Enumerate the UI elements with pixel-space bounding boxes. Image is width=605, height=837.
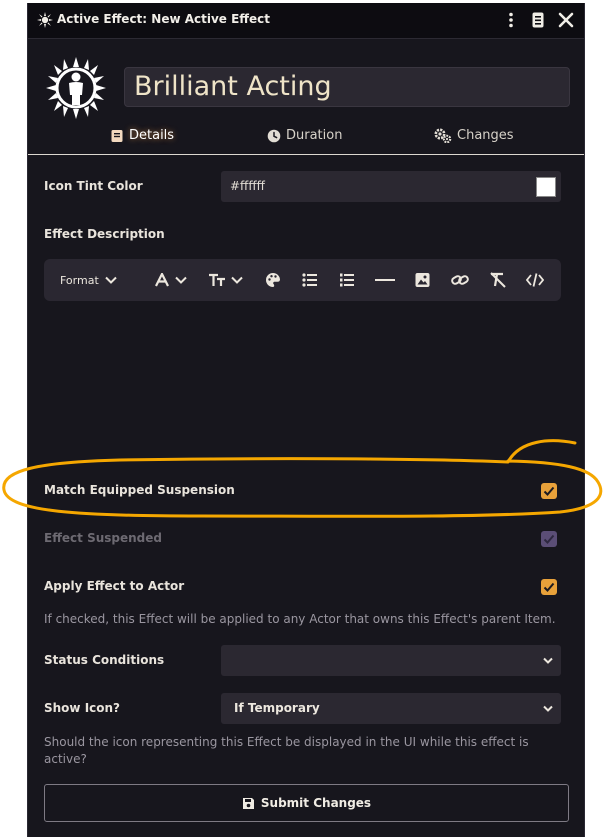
effect-description-label: Effect Description bbox=[44, 227, 165, 241]
tab-details-label: Details bbox=[129, 128, 175, 143]
clear-format-icon[interactable] bbox=[489, 272, 507, 288]
format-label: Format bbox=[60, 273, 99, 287]
save-icon bbox=[242, 797, 254, 809]
sheet-config-icon[interactable] bbox=[529, 11, 547, 29]
chevron-down-icon bbox=[175, 276, 187, 284]
tab-changes-label: Changes bbox=[457, 128, 514, 143]
status-conditions-label: Status Conditions bbox=[44, 653, 165, 667]
icon-tint-swatch[interactable] bbox=[536, 177, 556, 197]
sheet-tabs: Details Duration Changes bbox=[28, 120, 584, 155]
chevron-down-icon bbox=[543, 657, 553, 664]
clock-icon bbox=[267, 129, 281, 142]
match-equipped-label: Match Equipped Suspension bbox=[44, 483, 235, 497]
apply-to-actor-checkbox[interactable] bbox=[541, 579, 557, 595]
palette-icon[interactable] bbox=[265, 272, 281, 288]
apply-to-actor-hint: If checked, this Effect will be applied … bbox=[44, 612, 556, 626]
radiant-figure-icon[interactable] bbox=[44, 55, 108, 121]
source-code-icon[interactable] bbox=[526, 272, 544, 288]
chevron-down-icon bbox=[231, 276, 243, 284]
window-title: Active Effect: New Active Effect bbox=[57, 12, 271, 26]
format-dropdown[interactable]: Format bbox=[60, 272, 118, 288]
book-icon bbox=[111, 129, 123, 142]
cogs-icon bbox=[434, 128, 452, 143]
check-icon bbox=[543, 582, 555, 592]
image-icon[interactable] bbox=[415, 272, 430, 288]
link-icon[interactable] bbox=[451, 272, 469, 288]
show-icon-select[interactable]: If Temporary bbox=[221, 693, 561, 724]
effect-name-input[interactable]: Brilliant Acting bbox=[124, 67, 570, 107]
sun-bug-icon bbox=[37, 12, 53, 28]
icon-tint-value[interactable]: #ffffff bbox=[230, 179, 265, 193]
font-dropdown[interactable] bbox=[154, 272, 188, 288]
description-editor-body[interactable] bbox=[44, 303, 561, 453]
submit-changes-button[interactable]: Submit Changes bbox=[44, 784, 569, 822]
apply-to-actor-label: Apply Effect to Actor bbox=[44, 579, 185, 593]
check-icon bbox=[543, 486, 555, 496]
vertical-ellipsis-icon[interactable] bbox=[502, 11, 520, 29]
text-size-dropdown[interactable] bbox=[208, 272, 244, 288]
text-size-icon bbox=[209, 273, 225, 286]
chevron-down-icon bbox=[105, 276, 117, 284]
show-icon-value: If Temporary bbox=[234, 701, 320, 715]
show-icon-hint: Should the icon representing this Effect… bbox=[44, 735, 529, 766]
show-icon-label: Show Icon? bbox=[44, 701, 121, 715]
submit-changes-label: Submit Changes bbox=[260, 796, 372, 810]
description-editor-toolbar: Format bbox=[44, 259, 561, 301]
close-icon[interactable] bbox=[557, 11, 575, 29]
match-equipped-checkbox[interactable] bbox=[541, 483, 557, 499]
bullet-list-icon[interactable] bbox=[302, 272, 318, 288]
check-icon bbox=[543, 534, 555, 544]
tab-changes[interactable]: Changes bbox=[434, 128, 514, 143]
window-titlebar[interactable]: Active Effect: New Active Effect bbox=[28, 3, 584, 39]
numbered-list-icon[interactable] bbox=[339, 272, 355, 288]
horizontal-rule-icon[interactable] bbox=[375, 272, 395, 288]
status-conditions-select[interactable] bbox=[221, 645, 561, 676]
active-effect-window: Active Effect: New Active Effect Brillia… bbox=[27, 3, 585, 837]
tab-duration-label: Duration bbox=[286, 128, 343, 143]
icon-tint-label: Icon Tint Color bbox=[44, 179, 143, 193]
font-icon bbox=[155, 273, 169, 287]
icon-tint-field[interactable]: #ffffff bbox=[221, 171, 561, 202]
effect-suspended-label: Effect Suspended bbox=[44, 531, 163, 545]
tab-details[interactable]: Details bbox=[110, 128, 174, 143]
chevron-down-icon bbox=[543, 705, 553, 712]
effect-suspended-checkbox[interactable] bbox=[541, 531, 557, 547]
tab-duration[interactable]: Duration bbox=[267, 128, 342, 143]
